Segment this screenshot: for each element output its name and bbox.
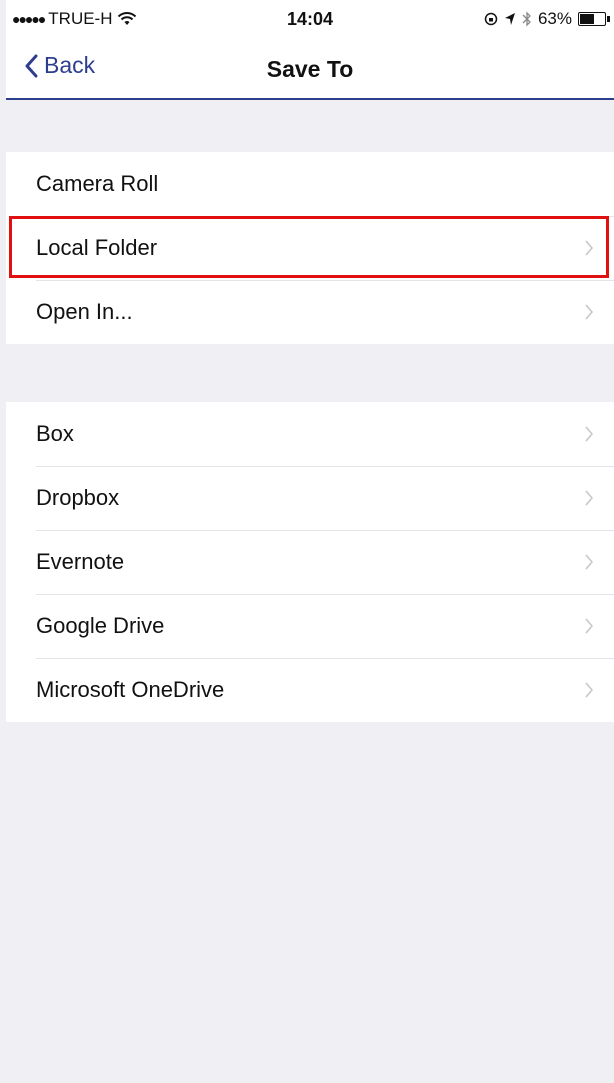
chevron-right-icon <box>585 490 594 506</box>
chevron-right-icon <box>585 618 594 634</box>
list-item-local-folder[interactable]: Local Folder <box>6 216 614 280</box>
chevron-right-icon <box>585 554 594 570</box>
list-item-label: Google Drive <box>36 613 165 638</box>
list-item-label: Local Folder <box>36 235 158 260</box>
list-item-microsoft-onedrive[interactable]: Microsoft OneDrive <box>6 658 614 722</box>
list-item-label: Box <box>36 421 74 446</box>
list-item-label: Evernote <box>36 549 125 574</box>
lock-rotation-icon <box>484 12 498 26</box>
list-item-google-drive[interactable]: Google Drive <box>6 594 614 658</box>
status-bar: ●●●●● TRUE-H 14:04 63% <box>6 0 614 40</box>
save-destinations-group-cloud: Box Dropbox Evernote Google Drive Micros… <box>6 402 614 722</box>
list-item-dropbox[interactable]: Dropbox <box>6 466 614 530</box>
battery-cap <box>607 16 610 22</box>
battery-fill <box>580 14 594 24</box>
battery-icon <box>578 12 610 26</box>
navigation-bar: Back Save To <box>6 40 614 100</box>
list-item-label: Dropbox <box>36 485 120 510</box>
save-destinations-group-local: Camera Roll Local Folder Open In... <box>6 152 614 344</box>
chevron-right-icon <box>585 240 594 256</box>
screen: ●●●●● TRUE-H 14:04 63% Back Save To Came… <box>6 0 614 1083</box>
status-right: 63% <box>484 9 610 29</box>
chevron-right-icon <box>585 304 594 320</box>
list-item-label: Microsoft OneDrive <box>36 677 225 702</box>
list-item-label: Camera Roll <box>36 171 159 196</box>
battery-percent: 63% <box>537 9 572 28</box>
list-item-open-in[interactable]: Open In... <box>6 280 614 344</box>
page-title: Save To <box>266 56 354 82</box>
list-item-box[interactable]: Box <box>6 402 614 466</box>
chevron-right-icon <box>585 426 594 442</box>
list-item-label: Open In... <box>36 299 133 324</box>
list-item-camera-roll[interactable]: Camera Roll <box>6 152 614 216</box>
bluetooth-icon <box>522 11 531 27</box>
location-icon <box>504 13 515 25</box>
list-item-evernote[interactable]: Evernote <box>6 530 614 594</box>
chevron-right-icon <box>585 682 594 698</box>
